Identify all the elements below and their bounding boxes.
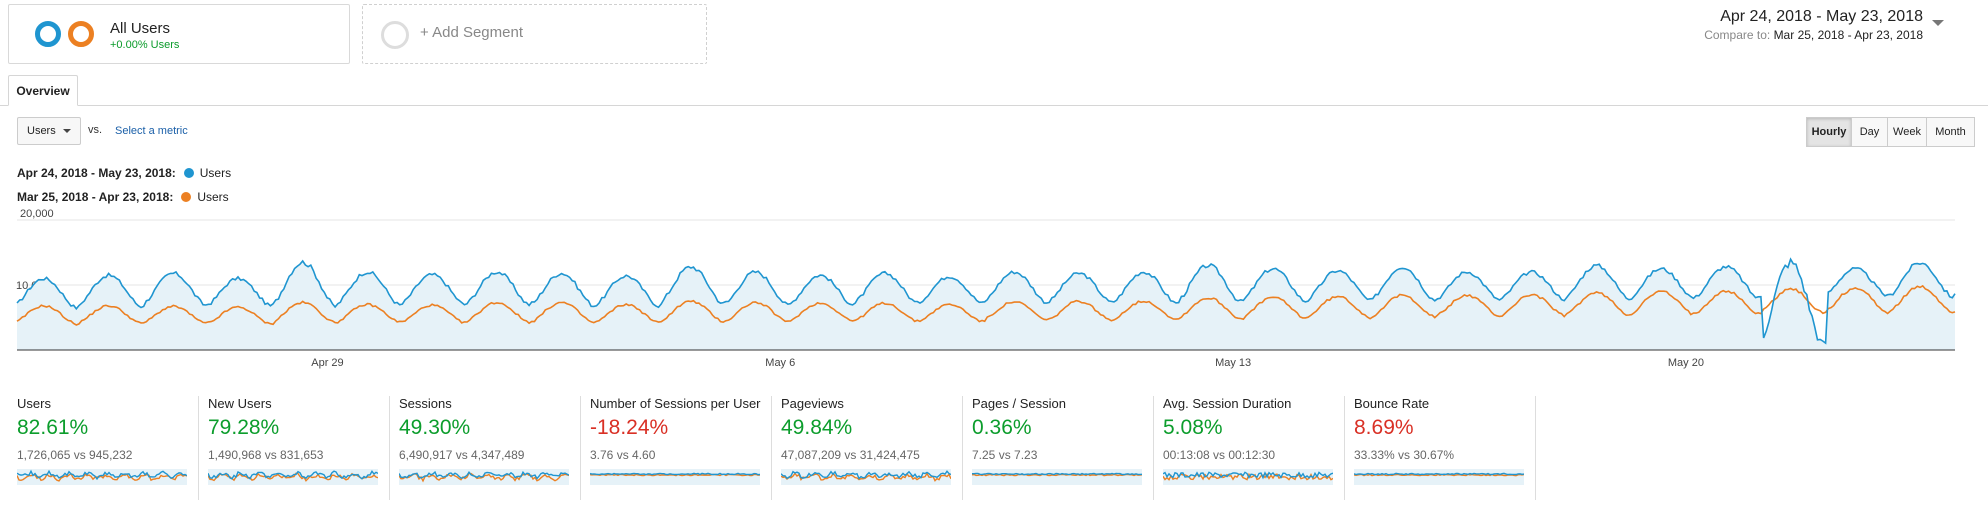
scorecard-sparkline bbox=[590, 469, 760, 485]
scorecard-users[interactable]: Users 82.61% 1,726,065 vs 945,232 bbox=[17, 396, 208, 502]
segment-subtitle: +0.00% Users bbox=[110, 39, 180, 51]
scorecard-name: Avg. Session Duration bbox=[1163, 396, 1292, 411]
select-metric-link[interactable]: Select a metric bbox=[115, 125, 188, 137]
tab-overview[interactable]: Overview bbox=[8, 75, 78, 106]
scorecard-number-of-sessions-per-user[interactable]: Number of Sessions per User -18.24% 3.76 v… bbox=[590, 396, 781, 502]
scorecard-sessions[interactable]: Sessions 49.30% 6,490,917 vs 4,347,489 bbox=[399, 396, 590, 502]
x-tick-label: May 13 bbox=[1215, 357, 1251, 369]
scorecard-change: 82.61% bbox=[17, 416, 89, 439]
scorecard-sparkline bbox=[972, 469, 1142, 485]
legend-previous-series: Users bbox=[197, 190, 229, 204]
scorecard-avg-session-duration[interactable]: Avg. Session Duration 5.08% 00:13:08 vs 00… bbox=[1163, 396, 1354, 502]
scorecard-name: Sessions bbox=[399, 396, 452, 411]
granularity-hourly-button[interactable]: Hourly bbox=[1806, 117, 1852, 147]
scorecard-sparkline bbox=[781, 469, 951, 485]
scorecard-change: 49.84% bbox=[781, 416, 853, 439]
scorecard-new-users[interactable]: New Users 79.28% 1,490,968 vs 831,653 bbox=[208, 396, 399, 502]
add-segment-button[interactable]: + Add Segment bbox=[362, 4, 707, 64]
scorecard-values: 00:13:08 vs 00:12:30 bbox=[1163, 448, 1276, 462]
x-tick-label: Apr 29 bbox=[311, 357, 343, 369]
x-tick-label: May 20 bbox=[1668, 357, 1704, 369]
scorecard-change: 8.69% bbox=[1354, 416, 1414, 439]
date-range-picker[interactable]: Apr 24, 2018 - May 23, 2018 bbox=[1720, 8, 1923, 26]
scorecard-sparkline bbox=[399, 469, 569, 485]
scorecard-name: Pages / Session bbox=[972, 396, 1066, 411]
sparkline-bg bbox=[590, 469, 760, 485]
scorecard-sparkline bbox=[17, 469, 187, 485]
add-segment-label: + Add Segment bbox=[420, 24, 523, 41]
chevron-down-icon bbox=[63, 129, 71, 133]
segment-all-users[interactable]: All Users +0.00% Users bbox=[8, 4, 350, 64]
segment-ring-orange-icon bbox=[68, 21, 94, 47]
scorecard-change: 0.36% bbox=[972, 416, 1032, 439]
scorecard-name: Number of Sessions per User bbox=[590, 396, 761, 411]
scorecard-values: 3.76 vs 4.60 bbox=[590, 448, 656, 462]
scorecard-divider bbox=[771, 396, 772, 500]
scorecard-sparkline bbox=[1163, 469, 1333, 485]
vs-label: vs. bbox=[88, 124, 103, 136]
scorecard-values: 6,490,917 vs 4,347,489 bbox=[399, 448, 525, 462]
legend-current-range: Apr 24, 2018 - May 23, 2018: bbox=[17, 166, 176, 180]
scorecard-change: 79.28% bbox=[208, 416, 280, 439]
granularity-week-button[interactable]: Week bbox=[1887, 117, 1927, 147]
scorecard-name: Bounce Rate bbox=[1354, 396, 1430, 411]
scorecard-values: 33.33% vs 30.67% bbox=[1354, 448, 1455, 462]
scorecard-divider bbox=[198, 396, 199, 500]
scorecard-divider bbox=[389, 396, 390, 500]
legend-previous-range: Mar 25, 2018 - Apr 23, 2018: bbox=[17, 190, 174, 204]
users-line-chart[interactable]: 20,00010,000Apr 29May 6May 13May 20 bbox=[0, 206, 1988, 376]
metric-dropdown[interactable]: Users bbox=[17, 117, 81, 145]
scorecard-values: 47,087,209 vs 31,424,475 bbox=[781, 448, 920, 462]
date-dropdown-caret-icon[interactable] bbox=[1932, 20, 1944, 26]
sparkline-bg bbox=[1354, 469, 1524, 485]
legend-previous: Mar 25, 2018 - Apr 23, 2018: Users bbox=[17, 190, 229, 204]
compare-label: Compare to: bbox=[1704, 28, 1771, 42]
sparkline-bg bbox=[972, 469, 1142, 485]
legend-current-series: Users bbox=[199, 166, 232, 180]
scorecard-values: 1,490,968 vs 831,653 bbox=[208, 448, 324, 462]
scorecard-divider bbox=[580, 396, 581, 500]
legend-previous-dot bbox=[181, 192, 192, 202]
scorecard-name: New Users bbox=[208, 396, 272, 411]
current-series-area bbox=[17, 259, 1955, 350]
tab-divider bbox=[0, 105, 1988, 106]
empty-segment-ring-icon bbox=[381, 21, 409, 49]
scorecard-divider bbox=[1344, 396, 1345, 500]
scorecard-sparkline bbox=[208, 469, 378, 485]
x-tick-label: May 6 bbox=[765, 357, 795, 369]
granularity-month-button[interactable]: Month bbox=[1926, 117, 1975, 147]
compare-value: Mar 25, 2018 - Apr 23, 2018 bbox=[1773, 28, 1923, 42]
legend-current: Apr 24, 2018 - May 23, 2018: Users bbox=[17, 166, 231, 180]
legend-current-dot bbox=[183, 168, 194, 178]
segment-ring-blue-icon bbox=[35, 21, 61, 47]
scorecard-divider bbox=[962, 396, 963, 500]
scorecard-pageviews[interactable]: Pageviews 49.84% 47,087,209 vs 31,424,475 bbox=[781, 396, 972, 502]
scorecard-change: 49.30% bbox=[399, 416, 471, 439]
scorecard-values: 1,726,065 vs 945,232 bbox=[17, 448, 133, 462]
segment-title: All Users bbox=[110, 20, 171, 37]
scorecard-sparkline bbox=[1354, 469, 1524, 485]
compare-date-range[interactable]: Compare to: Mar 25, 2018 - Apr 23, 2018 bbox=[1704, 28, 1923, 42]
scorecard-divider bbox=[1153, 396, 1154, 500]
scorecard-bounce-rate[interactable]: Bounce Rate 8.69% 33.33% vs 30.67% bbox=[1354, 396, 1545, 502]
scorecard-pages-session[interactable]: Pages / Session 0.36% 7.25 vs 7.23 bbox=[972, 396, 1163, 502]
scorecard-change: -18.24% bbox=[590, 416, 669, 439]
scorecard-change: 5.08% bbox=[1163, 416, 1223, 439]
scorecard-name: Users bbox=[17, 396, 51, 411]
scorecard-values: 7.25 vs 7.23 bbox=[972, 448, 1038, 462]
scorecard-divider bbox=[1535, 396, 1536, 500]
scorecard-name: Pageviews bbox=[781, 396, 844, 411]
granularity-day-button[interactable]: Day bbox=[1851, 117, 1888, 147]
y-tick-label: 20,000 bbox=[20, 208, 54, 220]
metric-dropdown-label: Users bbox=[27, 125, 56, 137]
